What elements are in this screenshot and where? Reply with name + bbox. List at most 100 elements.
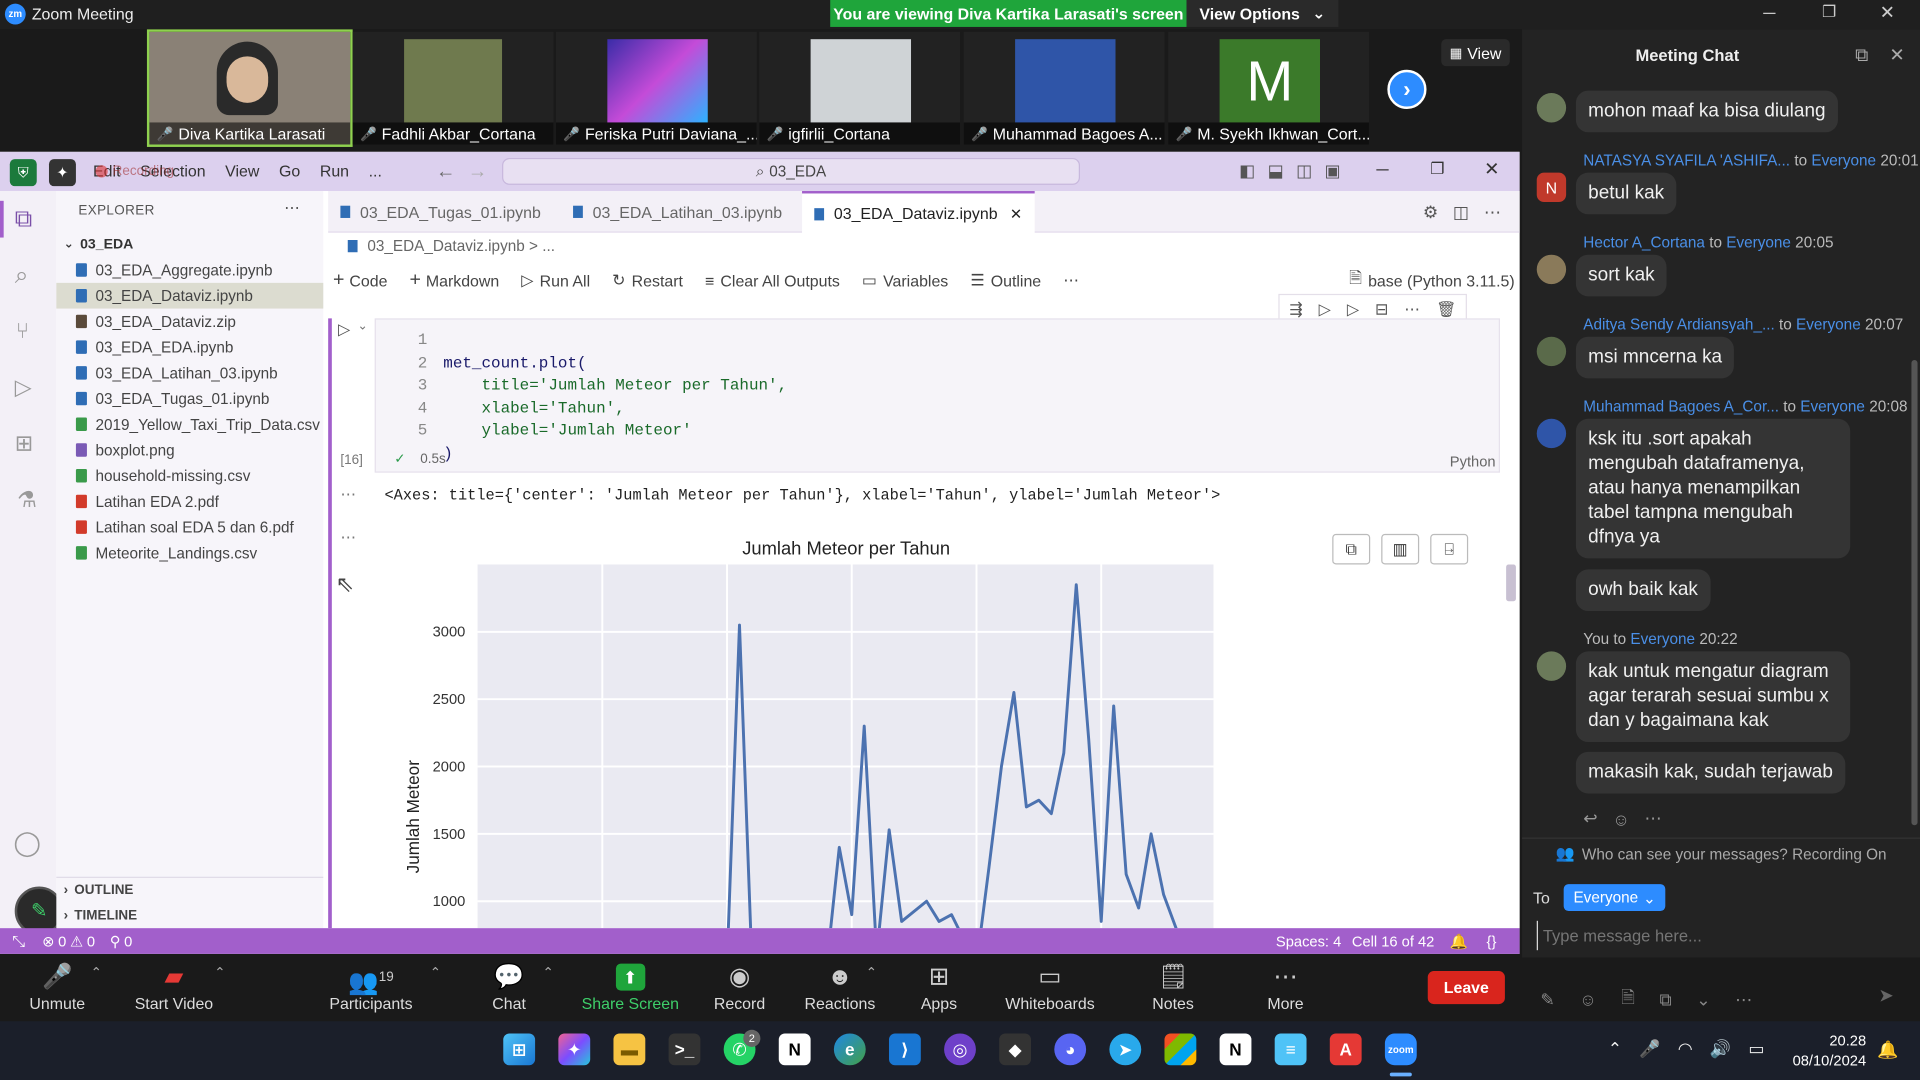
- participant-tile[interactable]: 🎤 Fadhli Akbar_Cortana: [352, 31, 554, 145]
- restart-button[interactable]: ↻ Restart: [612, 271, 683, 291]
- customize-layout-icon[interactable]: ▣: [1325, 160, 1341, 181]
- file-item[interactable]: household-missing.csv: [56, 463, 323, 489]
- chevron-down-icon[interactable]: ⌄: [1696, 989, 1710, 1010]
- copilot-icon[interactable]: ✦: [48, 159, 76, 187]
- run-debug-icon[interactable]: ▷: [15, 375, 32, 401]
- telegram-icon[interactable]: ➤: [1109, 1033, 1142, 1066]
- file-item[interactable]: Latihan EDA 2.pdf: [56, 489, 323, 515]
- tab-tugas[interactable]: 03_EDA_Tugas_01.ipynb: [328, 191, 553, 233]
- save-output-icon[interactable]: ⍈: [1430, 533, 1469, 565]
- outline-button[interactable]: ☰ Outline: [970, 271, 1041, 291]
- cell-language[interactable]: Python: [1450, 453, 1496, 470]
- execute-below-icon[interactable]: ▷: [1347, 300, 1359, 320]
- run-cell-button[interactable]: ▷: [338, 320, 350, 340]
- minimize-icon[interactable]: ─: [1763, 2, 1775, 22]
- execute-above-icon[interactable]: ▷: [1319, 300, 1331, 320]
- clear-outputs-button[interactable]: ≡ Clear All Outputs: [705, 271, 840, 289]
- file-icon[interactable]: 🗎: [1621, 984, 1635, 1013]
- plot-viewer-icon[interactable]: ▥: [1381, 533, 1420, 565]
- reactions-button[interactable]: ☻ Reactions: [804, 960, 875, 1013]
- format-icon[interactable]: ✎: [1540, 989, 1554, 1010]
- record-button[interactable]: ◉ Record: [714, 960, 765, 1013]
- file-item[interactable]: 03_EDA_Aggregate.ipynb: [56, 257, 323, 283]
- command-center-search[interactable]: ⌕ 03_EDA: [502, 157, 1081, 185]
- emoji-icon[interactable]: ☺: [1579, 989, 1597, 1009]
- split-editor-icon[interactable]: ◫: [1453, 202, 1469, 223]
- privacy-notice[interactable]: 👥 Who can see your messages? Recording On: [1522, 837, 1920, 870]
- recipient-dropdown[interactable]: Everyone ⌄: [1563, 884, 1666, 912]
- screenshot-icon[interactable]: ⧉: [1660, 989, 1672, 1010]
- minimize-icon[interactable]: ─: [1376, 159, 1388, 179]
- editor-scrollbar[interactable]: [1506, 564, 1516, 602]
- more-icon[interactable]: ⋯: [1735, 989, 1752, 1010]
- close-icon[interactable]: ✕: [1484, 158, 1499, 180]
- braces-icon[interactable]: {}: [1487, 932, 1497, 949]
- file-item[interactable]: 03_EDA_Dataviz.zip: [56, 309, 323, 335]
- run-all-button[interactable]: ▷ Run All: [521, 271, 590, 291]
- code-cell[interactable]: 12345 met_count.plot( title='Jumlah Mete…: [374, 318, 1501, 473]
- breadcrumb-text[interactable]: 03_EDA_Dataviz.ipynb > ...: [367, 238, 555, 255]
- forward-arrow-icon[interactable]: →: [468, 162, 488, 184]
- back-arrow-icon[interactable]: ←: [436, 162, 456, 184]
- explorer-icon[interactable]: ⧉: [15, 206, 32, 234]
- split-cell-icon[interactable]: ⊟: [1375, 300, 1388, 320]
- add-code-button[interactable]: + Code: [333, 269, 387, 291]
- volume-icon[interactable]: 🔊: [1710, 1038, 1731, 1059]
- restore-icon[interactable]: ❐: [1430, 159, 1444, 179]
- next-participants-button[interactable]: ›: [1387, 69, 1427, 109]
- toggle-panel-icon[interactable]: ⬓: [1268, 160, 1284, 181]
- copy-output-icon[interactable]: ⧉: [1332, 533, 1371, 565]
- more-actions-icon[interactable]: ⋯: [284, 198, 300, 218]
- file-item[interactable]: 03_EDA_Tugas_01.ipynb: [56, 386, 323, 412]
- output-more-icon[interactable]: ⋯: [340, 528, 356, 548]
- participant-tile[interactable]: M 🎤 M. Syekh Ikhwan_Cort...: [1168, 31, 1369, 145]
- variables-button[interactable]: ▭ Variables: [862, 271, 948, 291]
- send-icon[interactable]: ➤: [1878, 984, 1893, 1007]
- toggle-secondary-sidebar-icon[interactable]: ◫: [1296, 160, 1312, 181]
- timeline-section[interactable]: › TIMELINE: [56, 902, 323, 928]
- remote-icon[interactable]: ⤡: [12, 931, 25, 951]
- file-item[interactable]: Latihan soal EDA 5 dan 6.pdf: [56, 514, 323, 540]
- microsoft-store-icon[interactable]: [1164, 1033, 1197, 1066]
- whiteboards-button[interactable]: ▭ Whiteboards: [1005, 960, 1094, 1013]
- file-item[interactable]: 03_EDA_Latihan_03.ipynb: [56, 360, 323, 386]
- leave-button[interactable]: Leave: [1427, 971, 1505, 1005]
- file-item[interactable]: 2019_Yellow_Taxi_Trip_Data.csv: [56, 411, 323, 437]
- menu-view[interactable]: View: [225, 162, 259, 180]
- close-tab-icon[interactable]: ✕: [1010, 205, 1022, 222]
- file-item[interactable]: boxplot.png: [56, 437, 323, 463]
- settings-icon[interactable]: ⚙: [1423, 202, 1438, 223]
- account-icon[interactable]: ◯: [13, 828, 40, 859]
- battery-icon[interactable]: ▭: [1748, 1038, 1764, 1059]
- view-options-button[interactable]: View Options ⌄: [1186, 0, 1339, 27]
- share-screen-button[interactable]: ⬆ Share Screen: [582, 960, 679, 1013]
- wifi-icon[interactable]: ◠: [1678, 1038, 1693, 1059]
- more-icon[interactable]: ⋯: [1645, 808, 1662, 829]
- apps-button[interactable]: ⊞ Apps: [921, 960, 957, 1013]
- chevron-up-icon[interactable]: ⌃: [1608, 1038, 1622, 1059]
- notification-bell-icon[interactable]: 🔔: [1877, 1040, 1898, 1061]
- ports-indicator[interactable]: ⚲ 0: [110, 932, 133, 949]
- unmute-button[interactable]: 🎤 Unmute: [29, 960, 85, 1013]
- more-toolbar-icon[interactable]: ⋯: [1063, 271, 1079, 291]
- search-icon[interactable]: ⌕: [15, 262, 29, 290]
- tab-latihan[interactable]: 03_EDA_Latihan_03.ipynb: [561, 191, 794, 233]
- participant-tile[interactable]: 🎤 Diva Kartika Larasati: [146, 29, 353, 147]
- menu-run[interactable]: Run: [320, 162, 349, 180]
- add-markdown-button[interactable]: + Markdown: [409, 269, 499, 291]
- add-reaction-icon[interactable]: ☺: [1612, 809, 1630, 829]
- run-by-line-icon[interactable]: ⇶: [1289, 300, 1302, 320]
- file-item[interactable]: 03_EDA_EDA.ipynb: [56, 334, 323, 360]
- start-video-button[interactable]: ▰ Start Video: [135, 960, 213, 1013]
- restore-icon[interactable]: ❐: [1822, 2, 1836, 22]
- tab-dataviz[interactable]: 03_EDA_Dataviz.ipynb ✕: [802, 191, 1035, 234]
- notes-button[interactable]: 🗒 Notes: [1152, 960, 1194, 1013]
- git-icon[interactable]: ◆: [999, 1033, 1032, 1066]
- copilot-icon[interactable]: ✦: [558, 1033, 591, 1066]
- popout-icon[interactable]: ⧉: [1855, 45, 1868, 66]
- windows-start-icon[interactable]: ⊞: [503, 1033, 536, 1066]
- source-control-icon[interactable]: ⑂: [16, 318, 29, 344]
- indentation-status[interactable]: Spaces: 4: [1276, 932, 1341, 949]
- outline-section[interactable]: › OUTLINE: [56, 876, 324, 903]
- menu-go[interactable]: Go: [279, 162, 300, 180]
